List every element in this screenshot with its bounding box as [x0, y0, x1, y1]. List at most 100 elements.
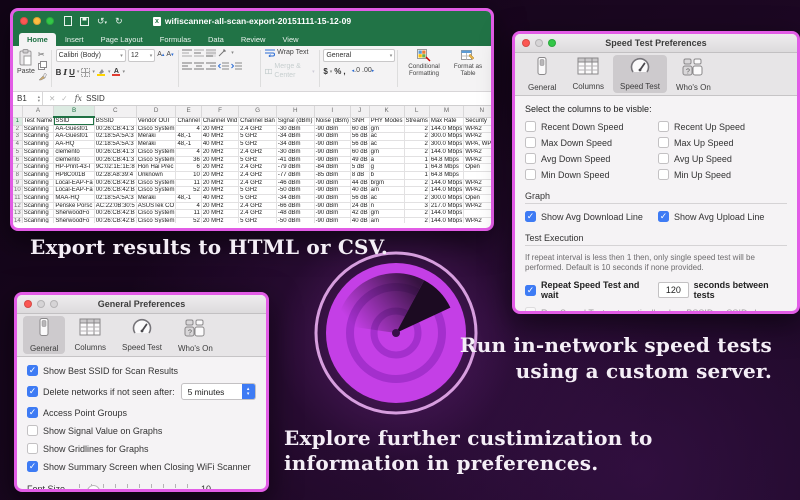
cell-L13[interactable]: 2 — [404, 210, 429, 218]
cell-H6[interactable]: -41 dBm — [276, 156, 314, 164]
cell-K2[interactable]: g/n — [369, 125, 404, 133]
column-header-D[interactable]: D — [136, 106, 176, 117]
cell-B11[interactable]: MAA-HQ — [54, 195, 94, 203]
percent-format-button[interactable]: % — [334, 67, 341, 76]
row-header-12[interactable]: 12 — [13, 202, 22, 210]
cell-M12[interactable]: 217.0 Mbps — [429, 202, 463, 210]
wrap-text-button[interactable]: Wrap Text — [265, 49, 314, 57]
cell-I8[interactable]: -85 dBm — [314, 171, 350, 179]
checkbox-max-down-speed[interactable] — [525, 137, 536, 148]
cell-N6[interactable]: WPA2 — [464, 156, 491, 164]
cell-D3[interactable]: Meraki — [136, 133, 176, 141]
cell-H1[interactable]: Signal (dBm) — [276, 117, 314, 125]
cell-B9[interactable]: Local-EAP-Fa — [54, 179, 94, 187]
cell-H13[interactable]: -48 dBm — [276, 210, 314, 218]
align-center-icon[interactable] — [194, 62, 204, 70]
cell-A9[interactable]: Scanning — [22, 179, 54, 187]
cell-G1[interactable]: Channel Ban — [239, 117, 277, 125]
cell-L1[interactable]: Streams — [404, 117, 429, 125]
cell-E11[interactable]: 48,-1 — [176, 195, 201, 203]
cell-H3[interactable]: -34 dBm — [276, 133, 314, 141]
cell-L12[interactable]: 3 — [404, 202, 429, 210]
cell-E5[interactable]: 4 — [176, 148, 201, 156]
cell-G12[interactable]: 2.4 GHz — [239, 202, 277, 210]
pref-tab-who-s-on[interactable]: ?Who's On — [669, 55, 718, 93]
cell-G14[interactable]: 5 GHz — [239, 218, 277, 223]
column-header-E[interactable]: E — [176, 106, 201, 117]
row-header-8[interactable]: 8 — [13, 171, 22, 179]
cell-H4[interactable]: -34 dBm — [276, 141, 314, 149]
cell-F1[interactable]: Channel Wid — [201, 117, 238, 125]
cell-N3[interactable]: WPA2 — [464, 133, 491, 141]
checkbox-show-best-ssid-for-scan-results[interactable]: ✓ — [27, 365, 38, 376]
cell-J6[interactable]: 49 dB — [350, 156, 369, 164]
cell-J2[interactable]: 60 dB — [350, 125, 369, 133]
cell-F13[interactable]: 20 MHz — [201, 210, 238, 218]
cell-C4[interactable]: 02:18:5A:5A:3 — [94, 141, 136, 149]
cell-C8[interactable]: 02:28:A8:39:4 — [94, 171, 136, 179]
cell-C2[interactable]: 00:26:CB:41:3 — [94, 125, 136, 133]
row-header-13[interactable]: 13 — [13, 210, 22, 218]
cell-H12[interactable]: -66 dBm — [276, 202, 314, 210]
cell-F10[interactable]: 20 MHz — [201, 187, 238, 195]
cell-A4[interactable]: Scanning — [22, 141, 54, 149]
name-box-stepper[interactable]: ▴▾ — [38, 95, 40, 103]
cell-E9[interactable]: 11 — [176, 179, 201, 187]
cell-G13[interactable]: 2.4 GHz — [239, 210, 277, 218]
cell-M11[interactable]: 300.0 Mbps — [429, 195, 463, 203]
column-header-A[interactable]: A — [22, 106, 54, 117]
sheet-corner-cell[interactable] — [13, 106, 22, 117]
cell-G4[interactable]: 5 GHz — [239, 141, 277, 149]
cell-E2[interactable]: 4 — [176, 125, 201, 133]
cell-E4[interactable]: 48,-1 — [176, 141, 201, 149]
excel-tab-page-layout[interactable]: Page Layout — [93, 33, 151, 46]
cell-J11[interactable]: 56 dB — [350, 195, 369, 203]
cell-M2[interactable]: 144.0 Mbps — [429, 125, 463, 133]
cell-G5[interactable]: 2.4 GHz — [239, 148, 277, 156]
cell-L7[interactable]: 1 — [404, 164, 429, 172]
cell-C10[interactable]: 00:26:CB:42:B — [94, 187, 136, 195]
cell-F7[interactable]: 20 MHz — [201, 164, 238, 172]
cell-M10[interactable]: 144.0 Mbps — [429, 187, 463, 195]
cell-I2[interactable]: -90 dBm — [314, 125, 350, 133]
conditional-formatting-button[interactable]: Conditional Formatting — [402, 49, 446, 78]
cell-F12[interactable]: 20 MHz — [201, 202, 238, 210]
cell-K7[interactable]: g — [369, 164, 404, 172]
cell-M3[interactable]: 300.0 Mbps — [429, 133, 463, 141]
shrink-font-icon[interactable]: A▾ — [166, 51, 173, 59]
cell-I5[interactable]: -90 dBm — [314, 148, 350, 156]
align-middle-icon[interactable] — [194, 49, 204, 57]
decrease-indent-icon[interactable] — [218, 62, 229, 70]
checkbox-min-up-speed[interactable] — [658, 169, 669, 180]
align-top-icon[interactable] — [182, 49, 192, 57]
excel-tab-insert[interactable]: Insert — [57, 33, 92, 46]
column-header-M[interactable]: M — [429, 106, 463, 117]
cell-D8[interactable]: Unknown — [136, 171, 176, 179]
cell-N4[interactable]: WPA, WPA2 — [464, 141, 491, 149]
cell-I1[interactable]: Noise (dBm) — [314, 117, 350, 125]
cell-G8[interactable]: 2.4 GHz — [239, 171, 277, 179]
pref-tab-speed-test[interactable]: Speed Test — [613, 55, 667, 93]
paste-button[interactable]: Paste — [17, 49, 35, 76]
cell-L11[interactable]: 2 — [404, 195, 429, 203]
column-header-K[interactable]: K — [369, 106, 404, 117]
cell-A5[interactable]: Scanning — [22, 148, 54, 156]
cell-B3[interactable]: AA-Guest01 — [54, 133, 94, 141]
cell-K9[interactable]: b/g/n — [369, 179, 404, 187]
checkbox-access-point-groups[interactable]: ✓ — [27, 407, 38, 418]
comma-format-button[interactable]: , — [343, 67, 345, 76]
cell-E7[interactable]: 6 — [176, 164, 201, 172]
cell-A14[interactable]: Scanning — [22, 218, 54, 223]
underline-button[interactable]: U — [69, 68, 75, 77]
merge-center-button[interactable]: Merge & Center ▾ — [265, 63, 314, 80]
cell-M6[interactable]: 64.8 Mbps — [429, 156, 463, 164]
cell-D7[interactable]: Hon Hai Prec — [136, 164, 176, 172]
pref-tab-who-s-on[interactable]: ?Who's On — [171, 316, 220, 354]
checkbox-show-avg-upload-line[interactable]: ✓ — [658, 211, 669, 222]
cell-D14[interactable]: Cisco System — [136, 218, 176, 223]
slider-thumb[interactable] — [87, 485, 100, 492]
row-header-4[interactable]: 4 — [13, 141, 22, 149]
row-header-7[interactable]: 7 — [13, 164, 22, 172]
cell-E3[interactable]: 48,-1 — [176, 133, 201, 141]
cell-J13[interactable]: 42 dB — [350, 210, 369, 218]
